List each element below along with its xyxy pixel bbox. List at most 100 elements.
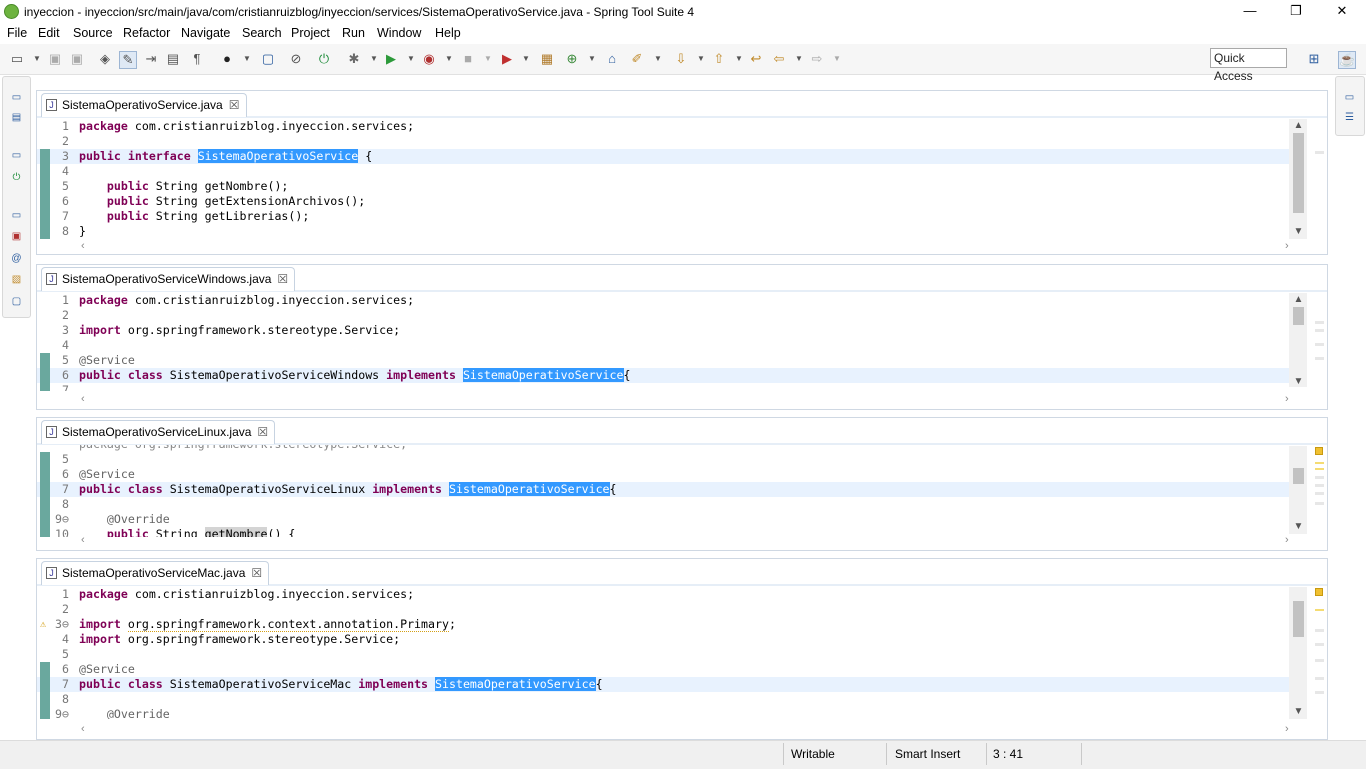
open-task-icon[interactable]: ◈ <box>97 51 113 67</box>
user-icon[interactable]: ● <box>219 51 235 67</box>
status-writable: Writable <box>791 747 835 761</box>
status-insert-mode: Smart Insert <box>895 747 961 761</box>
dropdown-arrow-icon[interactable]: ▼ <box>650 51 666 67</box>
boot-dashboard-icon[interactable]: ⏻ <box>10 171 23 184</box>
minimize-button[interactable]: — <box>1227 0 1273 24</box>
code-line: 5 <box>37 452 1297 467</box>
dropdown-arrow-icon[interactable]: ▼ <box>791 51 807 67</box>
dropdown-arrow-icon[interactable]: ▼ <box>29 51 45 67</box>
menu-refactor[interactable]: Refactor <box>123 26 170 40</box>
close-tab-icon[interactable]: ☒ <box>229 98 240 112</box>
vertical-scrollbar[interactable]: ▼ <box>1289 587 1307 719</box>
block-selection-icon[interactable]: ▤ <box>165 51 181 67</box>
search-icon[interactable]: ✐ <box>629 51 645 67</box>
close-tab-icon[interactable]: ☒ <box>251 566 262 580</box>
dropdown-arrow-icon[interactable]: ▼ <box>366 51 382 67</box>
menu-window[interactable]: Window <box>377 26 421 40</box>
menu-file[interactable]: File <box>7 26 27 40</box>
close-tab-icon[interactable]: ☒ <box>277 272 288 286</box>
code-line: ⚠ 3⊖ import org.springframework.context.an… <box>40 617 456 632</box>
code-line: 5 public String getNombre(); <box>37 179 1297 194</box>
tab-sistema-operativo-service-mac[interactable]: J SistemaOperativoServiceMac.java ☒ <box>41 561 270 585</box>
code-area[interactable]: 1 package com.cristianruizblog.inyeccion.… <box>37 587 1297 719</box>
skip-breakpoints-icon[interactable]: ⊘ <box>288 51 304 67</box>
new-class-icon[interactable]: ⊕ <box>564 51 580 67</box>
restore-button[interactable]: ❐ <box>1273 0 1319 24</box>
horizontal-scrollbar[interactable]: ‹ › <box>79 239 1309 253</box>
menu-edit[interactable]: Edit <box>38 26 60 40</box>
close-tab-icon[interactable]: ☒ <box>257 425 268 439</box>
restore-icon[interactable]: ▭ <box>10 91 23 104</box>
stop-icon[interactable]: ■ <box>460 51 476 67</box>
editor-pane-interface: J SistemaOperativoService.java ☒ 1 package … <box>36 90 1328 255</box>
tab-sistema-operativo-service[interactable]: J SistemaOperativoService.java ☒ <box>41 93 247 117</box>
restore-icon[interactable]: ▭ <box>10 209 23 222</box>
quick-access-input[interactable]: Quick Access <box>1210 48 1287 83</box>
package-explorer-icon[interactable]: ▤ <box>10 111 23 124</box>
console-icon[interactable]: ▢ <box>260 51 276 67</box>
back-icon[interactable]: ⇦ <box>771 51 787 67</box>
menu-navigate[interactable]: Navigate <box>181 26 230 40</box>
menu-source[interactable]: Source <box>73 26 113 40</box>
dropdown-arrow-icon[interactable]: ▼ <box>518 51 534 67</box>
horizontal-scrollbar[interactable]: ‹ › <box>79 392 1309 406</box>
code-line-current: 7 public class SistemaOperativoServiceLin… <box>37 482 1297 497</box>
java-file-icon: J <box>46 99 57 111</box>
external-tools-icon[interactable]: ◉ <box>421 51 437 67</box>
dropdown-arrow-icon[interactable]: ▼ <box>584 51 600 67</box>
next-annotation-icon[interactable]: ⇥ <box>143 51 159 67</box>
warning-overview-icon[interactable] <box>1315 447 1323 455</box>
show-whitespace-icon[interactable]: ¶ <box>189 51 205 67</box>
code-area[interactable]: 1 package com.cristianruizblog.inyeccion.… <box>37 119 1297 239</box>
dropdown-arrow-icon[interactable]: ▼ <box>829 51 845 67</box>
problems-icon[interactable]: ▣ <box>10 230 23 243</box>
java-perspective-icon[interactable]: ☕ <box>1338 51 1356 69</box>
new-package-icon[interactable]: ▦ <box>539 51 555 67</box>
open-perspective-icon[interactable]: ⊞ <box>1306 51 1322 67</box>
boot-dashboard-icon[interactable]: ⏻ <box>316 51 332 67</box>
outline-icon[interactable]: ☰ <box>1343 111 1356 124</box>
restore-icon[interactable]: ▭ <box>10 149 23 162</box>
vertical-scrollbar[interactable]: ▲ ▼ <box>1289 293 1307 387</box>
dropdown-arrow-icon[interactable]: ▼ <box>403 51 419 67</box>
previous-edit-icon[interactable]: ⇧ <box>711 51 727 67</box>
save-icon[interactable]: ▣ <box>47 51 63 67</box>
tab-sistema-operativo-service-linux[interactable]: J SistemaOperativoServiceLinux.java ☒ <box>41 420 276 444</box>
menu-search[interactable]: Search <box>242 26 282 40</box>
java-file-icon: J <box>46 273 57 285</box>
tab-sistema-operativo-service-windows[interactable]: J SistemaOperativoServiceWindows.java ☒ <box>41 267 296 291</box>
dropdown-arrow-icon[interactable]: ▼ <box>480 51 496 67</box>
restore-icon[interactable]: ▭ <box>1343 91 1356 104</box>
status-bar: Writable Smart Insert 3 : 41 <box>0 740 1366 769</box>
vertical-scrollbar[interactable]: ▲ ▼ <box>1289 119 1307 239</box>
new-icon[interactable]: ▭ <box>9 51 25 67</box>
code-area[interactable]: 1 package com.cristianruizblog.inyeccion.… <box>37 293 1297 391</box>
toggle-mark-occurrences-icon[interactable]: ✎ <box>119 51 137 69</box>
vertical-scrollbar[interactable]: ▼ <box>1289 446 1307 534</box>
code-area[interactable]: package org.springframework.stereotype.S… <box>37 445 1297 537</box>
horizontal-scrollbar[interactable]: ‹ › <box>79 533 1309 547</box>
last-edit-location-icon[interactable]: ↩ <box>748 51 764 67</box>
dropdown-arrow-icon[interactable]: ▼ <box>693 51 709 67</box>
forward-icon[interactable]: ⇨ <box>809 51 825 67</box>
close-window-button[interactable]: ✕ <box>1319 0 1365 24</box>
declaration-icon[interactable]: ▧ <box>10 273 23 286</box>
dropdown-arrow-icon[interactable]: ▼ <box>731 51 747 67</box>
warning-overview-icon[interactable] <box>1315 588 1323 596</box>
menu-project[interactable]: Project <box>291 26 330 40</box>
run-icon[interactable]: ▶ <box>383 51 399 67</box>
console-icon[interactable]: ▢ <box>10 295 23 308</box>
relaunch-icon[interactable]: ▶ <box>499 51 515 67</box>
next-edit-icon[interactable]: ⇩ <box>673 51 689 67</box>
horizontal-scrollbar[interactable]: ‹ › <box>79 722 1309 736</box>
dropdown-arrow-icon[interactable]: ▼ <box>441 51 457 67</box>
debug-icon[interactable]: ✱ <box>346 51 362 67</box>
menu-help[interactable]: Help <box>435 26 461 40</box>
save-all-icon[interactable]: ▣ <box>69 51 85 67</box>
menu-run[interactable]: Run <box>342 26 365 40</box>
dropdown-arrow-icon[interactable]: ▼ <box>239 51 255 67</box>
open-type-icon[interactable]: ⌂ <box>604 51 620 67</box>
javadoc-icon[interactable]: @ <box>10 252 23 265</box>
code-line: 1 package com.cristianruizblog.inyeccion.… <box>62 119 415 133</box>
code-line: 2 <box>62 308 69 322</box>
